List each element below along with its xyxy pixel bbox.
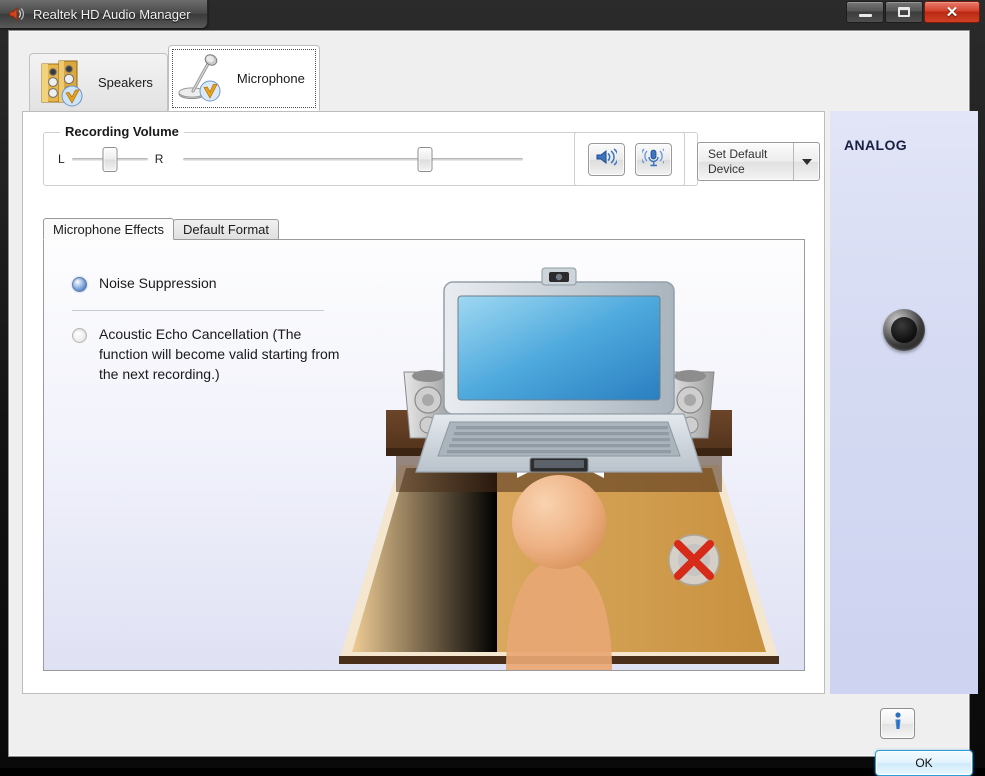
maximize-icon [898, 7, 910, 17]
chevron-down-icon [802, 159, 812, 165]
analog-jack-connector[interactable] [883, 309, 925, 351]
balance-slider-thumb[interactable] [102, 147, 117, 172]
effects-option-list: Noise Suppression Acoustic Echo Cancella… [72, 274, 342, 385]
minimize-button[interactable] [846, 1, 884, 23]
option-divider [72, 310, 324, 311]
device-tab-microphone[interactable]: Microphone [168, 45, 320, 111]
tab-microphone-effects[interactable]: Microphone Effects [43, 218, 174, 240]
information-button[interactable] [880, 708, 915, 739]
option-acoustic-echo-cancellation[interactable]: Acoustic Echo Cancellation (The function… [72, 325, 342, 385]
analog-panel: ANALOG [830, 111, 978, 694]
close-button[interactable]: ✕ [924, 1, 980, 23]
analog-panel-title: ANALOG [844, 137, 907, 153]
balance-left-label: L [58, 152, 65, 166]
set-default-device-label: Set Default Device [698, 143, 793, 180]
recording-volume-slider-thumb[interactable] [417, 147, 432, 172]
microphone-icon [175, 53, 231, 103]
set-default-device-button[interactable]: Set Default Device [697, 142, 820, 181]
title-bar: Realtek HD Audio Manager ✕ [0, 0, 985, 28]
main-panel: Recording Volume L R [22, 111, 825, 694]
recording-volume-slider-track [183, 158, 523, 161]
acoustic-echo-cancellation-radio[interactable] [72, 328, 87, 343]
maximize-button[interactable] [885, 1, 923, 23]
echo-cancellation-illustration [334, 260, 784, 670]
speaker-waves-icon [595, 147, 617, 172]
no-echo-badge [669, 535, 719, 585]
ok-button[interactable]: OK [875, 750, 973, 776]
device-tab-speakers-label: Speakers [98, 75, 153, 90]
device-tab-strip: Speakers [29, 49, 320, 111]
microphone-effects-panel: Noise Suppression Acoustic Echo Cancella… [43, 239, 805, 671]
close-icon: ✕ [946, 5, 959, 20]
laptop [416, 268, 702, 472]
noise-suppression-label: Noise Suppression [99, 274, 217, 294]
set-default-device-dropdown[interactable] [793, 143, 819, 180]
recording-volume-slider[interactable] [183, 146, 523, 172]
minimize-icon [859, 14, 872, 17]
application-window: Realtek HD Audio Manager ✕ [0, 0, 985, 768]
speaker-icon [8, 6, 26, 22]
tab-microphone-effects-label: Microphone Effects [53, 222, 164, 237]
info-icon [889, 711, 907, 736]
tab-default-format[interactable]: Default Format [173, 219, 279, 240]
noise-suppression-radio[interactable] [72, 277, 87, 292]
microphone-waves-icon [642, 147, 664, 172]
balance-slider[interactable] [72, 146, 148, 172]
window-title: Realtek HD Audio Manager [33, 7, 191, 22]
effects-tab-strip: Microphone Effects Default Format [43, 218, 279, 240]
balance-right-label: R [155, 152, 164, 166]
device-tab-speakers[interactable]: Speakers [29, 53, 168, 111]
tab-default-format-label: Default Format [183, 222, 269, 237]
speakers-icon [36, 58, 92, 108]
playback-mute-button[interactable] [588, 143, 625, 176]
microphone-mute-button[interactable] [635, 143, 672, 176]
acoustic-echo-cancellation-label: Acoustic Echo Cancellation (The function… [99, 325, 342, 385]
option-noise-suppression[interactable]: Noise Suppression [72, 274, 342, 294]
window-controls: ✕ [845, 1, 980, 23]
mute-buttons-group [574, 132, 685, 186]
dialog-client-area: Speakers [8, 30, 970, 757]
device-tab-microphone-label: Microphone [237, 71, 305, 86]
title-bar-left: Realtek HD Audio Manager [0, 0, 208, 28]
